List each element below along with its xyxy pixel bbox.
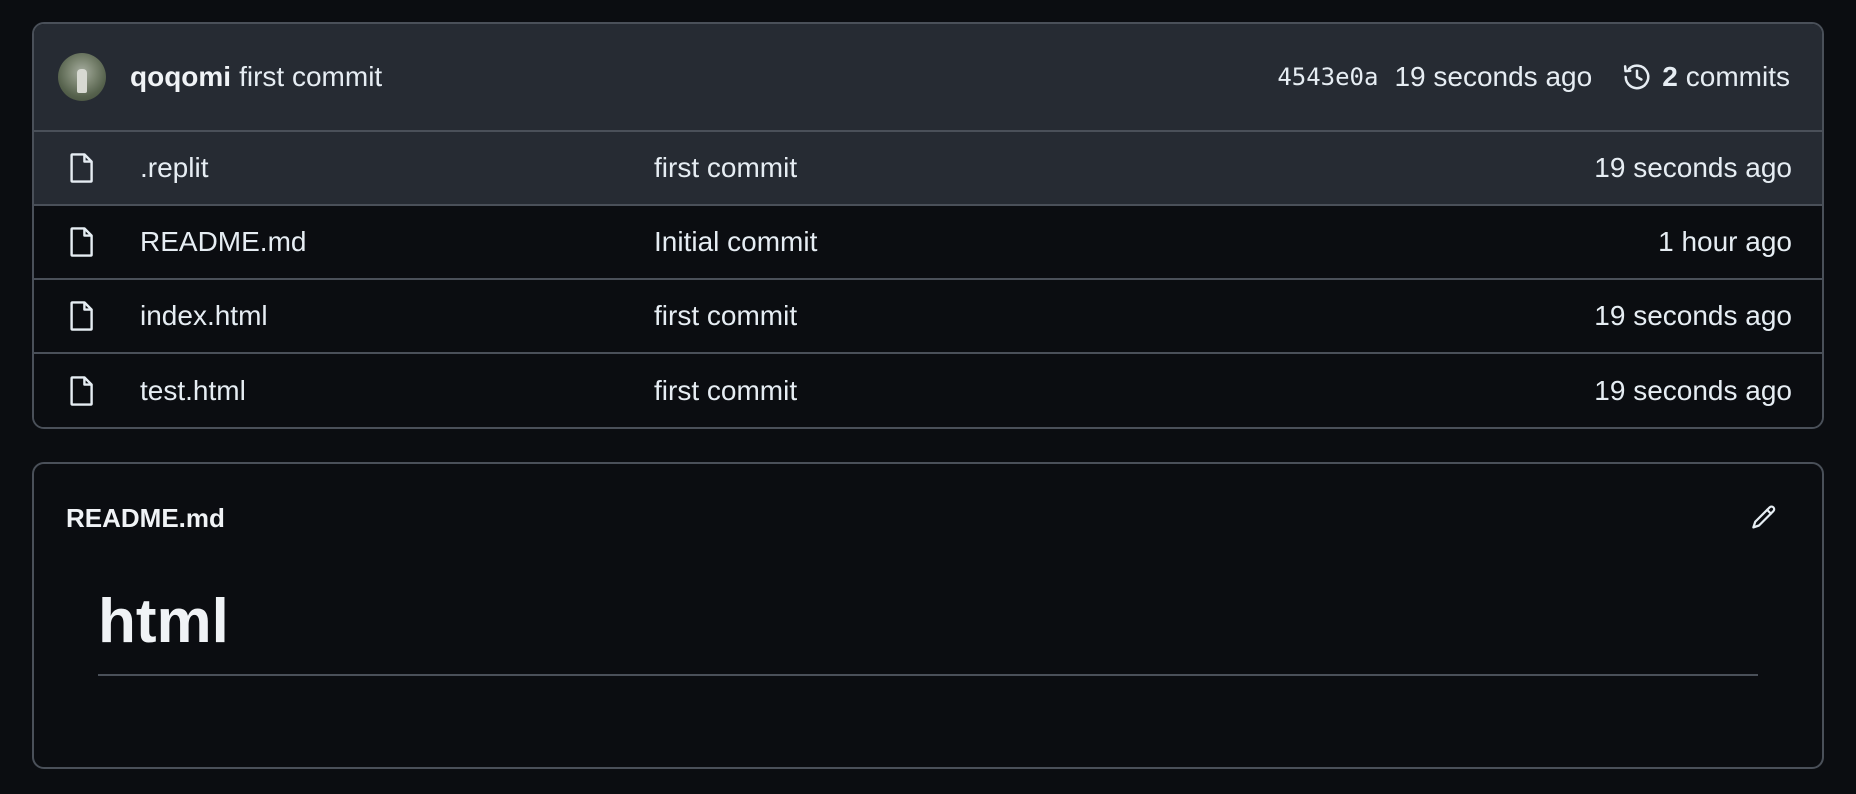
pencil-icon [1752, 505, 1776, 529]
file-commit-message-link[interactable]: first commit [654, 300, 1594, 332]
history-icon [1624, 64, 1650, 90]
file-browser: qoqomi first commit 4543e0a 19 seconds a… [32, 22, 1824, 429]
file-icon [70, 375, 93, 406]
file-commit-message-link[interactable]: first commit [654, 152, 1594, 184]
commit-count: 2 [1662, 61, 1678, 92]
readme-panel: README.md html [32, 462, 1824, 769]
file-name-link[interactable]: index.html [140, 300, 654, 332]
readme-title: README.md [66, 502, 225, 533]
file-row[interactable]: index.html first commit 19 seconds ago [34, 280, 1822, 354]
file-row[interactable]: README.md Initial commit 1 hour ago [34, 206, 1822, 280]
file-commit-message-link[interactable]: first commit [654, 375, 1594, 407]
latest-commit-bar: qoqomi first commit 4543e0a 19 seconds a… [34, 24, 1822, 132]
commits-label: commits [1685, 61, 1790, 92]
file-name-link[interactable]: README.md [140, 226, 654, 258]
file-icon [70, 301, 93, 331]
commit-message-link[interactable]: first commit [239, 61, 382, 93]
commit-sha-link[interactable]: 4543e0a [1277, 63, 1378, 91]
file-row[interactable]: .replit first commit 19 seconds ago [34, 132, 1822, 206]
file-commit-message-link[interactable]: Initial commit [654, 226, 1658, 258]
readme-heading: html [98, 572, 1758, 676]
file-name-link[interactable]: test.html [140, 375, 654, 407]
commit-author-link[interactable]: qoqomi [130, 61, 231, 93]
file-icon [70, 227, 93, 257]
file-row[interactable]: test.html first commit 19 seconds ago [34, 354, 1822, 427]
avatar[interactable] [58, 53, 106, 101]
file-icon [70, 153, 93, 183]
file-commit-time: 19 seconds ago [1594, 374, 1792, 406]
readme-header: README.md [34, 464, 1822, 572]
file-name-link[interactable]: .replit [140, 152, 654, 184]
file-commit-time: 19 seconds ago [1594, 152, 1792, 183]
readme-content: html [34, 572, 1822, 676]
file-commit-time: 19 seconds ago [1594, 300, 1792, 331]
commit-time: 19 seconds ago [1394, 61, 1593, 92]
commits-history-link[interactable]: 2 commits [1622, 61, 1790, 93]
edit-readme-button[interactable] [1746, 500, 1782, 536]
file-commit-time: 1 hour ago [1658, 226, 1792, 257]
